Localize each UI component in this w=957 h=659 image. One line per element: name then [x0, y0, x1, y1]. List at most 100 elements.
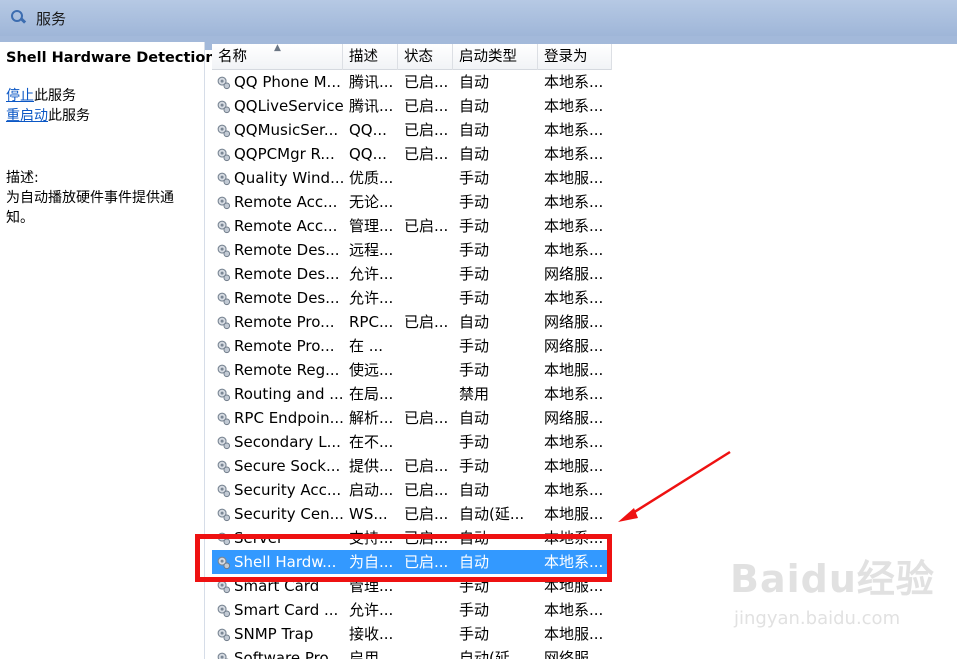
service-name-label: QQLiveService	[234, 97, 343, 115]
service-name-label: Security Cen...	[234, 505, 343, 523]
service-name-cell: QQPCMgr R...	[212, 142, 343, 166]
service-logon-cell: 本地服...	[544, 505, 604, 523]
column-header-description-label: 描述	[349, 49, 378, 65]
service-gear-icon	[217, 76, 231, 89]
service-name-label: Remote Des...	[234, 289, 340, 307]
service-name-label: RPC Endpoin...	[234, 409, 343, 427]
table-row[interactable]: Remote Acc... 无论... 手动 本地系...	[212, 190, 612, 214]
stop-service-link[interactable]: 停止	[6, 88, 34, 104]
service-name-label: Remote Pro...	[234, 337, 335, 355]
column-header-status[interactable]: 状态	[398, 44, 453, 70]
services-app-icon	[11, 10, 27, 24]
service-startup-type-cell: 自动	[459, 121, 490, 139]
service-name-label: QQ Phone M...	[234, 73, 341, 91]
service-description: 为自动播放硬件事件提供通知。	[6, 190, 174, 226]
service-name-label: Smart Card ...	[234, 601, 339, 619]
service-logon-cell: 网络服...	[544, 313, 604, 331]
service-gear-icon	[217, 412, 231, 425]
column-header-status-label: 状态	[404, 49, 433, 65]
table-row[interactable]: Remote Des... 远程... 手动 本地系...	[212, 238, 612, 262]
service-name-label: Secondary L...	[234, 433, 341, 451]
service-startup-type-cell: 手动	[459, 457, 490, 475]
table-row[interactable]: Remote Reg... 使远... 手动 本地服...	[212, 358, 612, 382]
table-row[interactable]: Security Acc... 启动... 已启... 自动 本地系...	[212, 478, 612, 502]
table-row[interactable]: Remote Pro... 在 ... 手动 网络服...	[212, 334, 612, 358]
column-header-description[interactable]: 描述	[343, 44, 398, 70]
service-logon-cell: 本地系...	[544, 601, 604, 619]
service-status-cell: 已启...	[404, 145, 449, 163]
service-startup-type-cell: 手动	[459, 289, 490, 307]
column-header-name-label: 名称	[218, 49, 247, 65]
service-name-cell: Remote Reg...	[212, 358, 343, 382]
table-row[interactable]: QQLiveService 腾讯... 已启... 自动 本地系...	[212, 94, 612, 118]
service-name-label: Remote Reg...	[234, 361, 340, 379]
service-startup-type-cell: 自动(延...	[459, 649, 525, 659]
service-description-cell: 允许...	[349, 265, 394, 283]
table-row[interactable]: Secondary L... 在不... 手动 本地系...	[212, 430, 612, 454]
service-name-cell: Remote Pro...	[212, 310, 343, 334]
stop-service-suffix: 此服务	[34, 88, 76, 104]
service-name-cell: Routing and ...	[212, 382, 343, 406]
column-header-name[interactable]: ▲ 名称	[212, 43, 343, 70]
service-name-cell: Remote Des...	[212, 262, 343, 286]
service-name-label: Remote Des...	[234, 265, 340, 283]
table-row[interactable]: Software Pro... 启用... 自动(延... 网络服...	[212, 646, 612, 659]
table-row[interactable]: QQPCMgr R... QQ... 已启... 自动 本地系...	[212, 142, 612, 166]
baidu-watermark: Baidu经验 jingyan.baidu.com	[730, 548, 940, 648]
service-name-cell: RPC Endpoin...	[212, 406, 343, 430]
service-name-cell: Remote Acc...	[212, 214, 343, 238]
service-gear-icon	[217, 460, 231, 473]
service-startup-type-cell: 自动	[459, 145, 490, 163]
table-row[interactable]: SNMP Trap 接收... 手动 本地服...	[212, 622, 612, 646]
table-row[interactable]: QQMusicSer... QQ... 已启... 自动 本地系...	[212, 118, 612, 142]
table-row[interactable]: Security Cen... WS... 已启... 自动(延... 本地服...	[212, 502, 612, 526]
service-description-cell: 腾讯...	[349, 73, 394, 91]
service-description-cell: 允许...	[349, 289, 394, 307]
sort-ascending-icon: ▲	[274, 43, 281, 53]
restart-service-link[interactable]: 重启动	[6, 108, 48, 124]
table-row[interactable]: RPC Endpoin... 解析... 已启... 自动 网络服...	[212, 406, 612, 430]
service-startup-type-cell: 自动	[459, 313, 490, 331]
service-name-cell: Remote Acc...	[212, 190, 343, 214]
table-row[interactable]: Secure Sock... 提供... 已启... 手动 本地服...	[212, 454, 612, 478]
frame-strip-top	[205, 36, 957, 44]
service-gear-icon	[217, 124, 231, 137]
table-row[interactable]: QQ Phone M... 腾讯... 已启... 自动 本地系...	[212, 70, 612, 94]
column-header-log-on-as[interactable]: 登录为	[538, 44, 612, 70]
service-description-cell: 提供...	[349, 457, 394, 475]
service-startup-type-cell: 自动(延...	[459, 505, 525, 523]
restart-service-action: 重启动此服务	[6, 106, 204, 126]
service-name-cell: Security Acc...	[212, 478, 343, 502]
service-startup-type-cell: 手动	[459, 265, 490, 283]
table-row[interactable]: Remote Des... 允许... 手动 网络服...	[212, 262, 612, 286]
service-logon-cell: 网络服...	[544, 337, 604, 355]
service-description-cell: 在局...	[349, 385, 394, 403]
service-logon-cell: 网络服...	[544, 649, 604, 659]
table-row[interactable]: Smart Card ... 允许... 手动 本地系...	[212, 598, 612, 622]
service-startup-type-cell: 手动	[459, 433, 490, 451]
service-name-label: Remote Des...	[234, 241, 340, 259]
column-header-log-on-as-label: 登录为	[544, 49, 588, 65]
service-description-cell: 解析...	[349, 409, 394, 427]
service-status-cell: 已启...	[404, 73, 449, 91]
service-logon-cell: 本地系...	[544, 73, 604, 91]
service-logon-cell: 本地系...	[544, 481, 604, 499]
red-highlight-box	[195, 534, 612, 582]
service-gear-icon	[217, 436, 231, 449]
service-status-cell	[398, 334, 453, 358]
service-status-cell	[398, 382, 453, 406]
service-startup-type-cell: 自动	[459, 409, 490, 427]
table-row[interactable]: Remote Acc... 管理... 已启... 手动 本地系...	[212, 214, 612, 238]
service-gear-icon	[217, 628, 231, 641]
service-description-cell: 启动...	[349, 481, 394, 499]
column-header-startup-type[interactable]: 启动类型	[453, 44, 538, 70]
service-startup-type-cell: 手动	[459, 193, 490, 211]
table-row[interactable]: Remote Des... 允许... 手动 本地系...	[212, 286, 612, 310]
service-gear-icon	[217, 652, 230, 659]
service-description-cell: 腾讯...	[349, 97, 394, 115]
service-gear-icon	[217, 244, 231, 257]
table-row[interactable]: Remote Pro... RPC... 已启... 自动 网络服...	[212, 310, 612, 334]
service-name-cell: Remote Pro...	[212, 334, 343, 358]
table-row[interactable]: Quality Wind... 优质... 手动 本地服...	[212, 166, 612, 190]
table-row[interactable]: Routing and ... 在局... 禁用 本地系...	[212, 382, 612, 406]
